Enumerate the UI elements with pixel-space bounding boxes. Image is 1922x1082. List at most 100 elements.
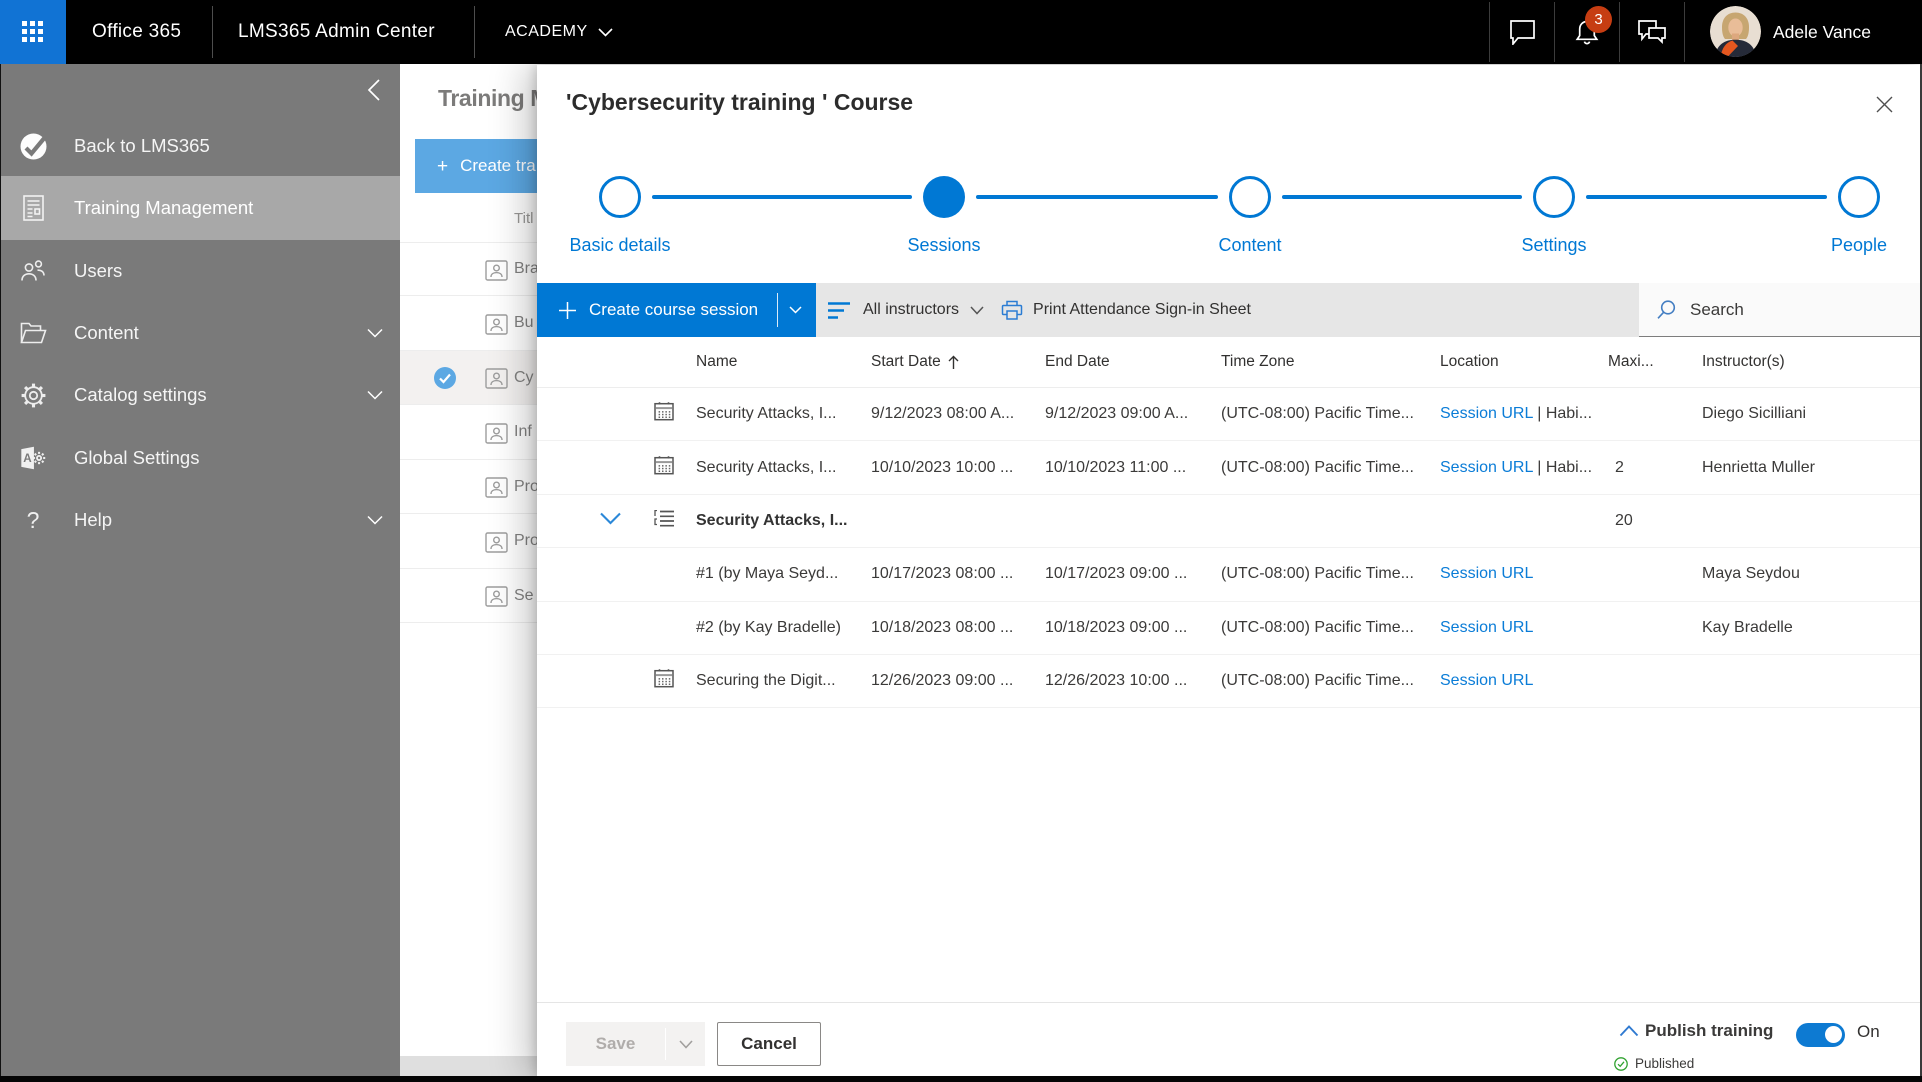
filter-lines-icon [828,301,850,319]
search-placeholder: Search [1690,299,1744,319]
session-location: Session URL [1440,672,1602,690]
session-instructor: Maya Seydou [1702,565,1800,583]
column-header-instructor-s-[interactable]: Instructor(s) [1702,353,1785,371]
table-body: Security Attacks, I... 9/12/2023 08:00 A.… [537,388,1920,709]
check-circle-icon [1614,1056,1628,1071]
feedback-icon [1638,19,1666,44]
close-button[interactable] [1868,88,1900,120]
calendar-icon [654,402,680,427]
chevron-up-icon[interactable] [1619,1025,1639,1037]
sidebar-item-content[interactable]: Content [1,302,400,364]
create-session-button[interactable]: Create course session [537,283,816,337]
print-label: Print Attendance Sign-in Sheet [1033,301,1251,318]
sidebar-item-label: Content [74,322,139,343]
cancel-button[interactable]: Cancel [717,1022,821,1066]
session-name: Securing the Digit... [696,672,836,690]
split-divider [777,293,778,327]
dialog-title: 'Cybersecurity training ' Course [566,89,914,115]
chat-button[interactable] [1490,0,1554,64]
sidebar-item-global-settings[interactable]: A Global Settings [1,427,400,489]
search-input[interactable]: Search [1639,283,1920,337]
chevron-down-icon[interactable] [789,306,802,314]
chevron-left-icon [367,79,380,101]
session-name: Security Attacks, I... [696,458,837,476]
sidebar-item-label: Users [74,260,123,281]
folder-icon [19,319,47,347]
sidebar-nav: Back to LMS365 Training Management Users… [0,64,400,1076]
app-launcher-button[interactable] [0,0,66,64]
session-name: #2 (by Kay Bradelle) [696,618,841,636]
session-location: Session URL | Habi... [1440,405,1593,423]
chat-icon [1509,20,1535,45]
chevron-down-icon [367,390,383,400]
step-circle-basic-details[interactable] [599,176,641,218]
column-header-location[interactable]: Location [1440,353,1499,371]
print-attendance-button[interactable]: Print Attendance Sign-in Sheet [1001,300,1251,321]
collapse-group-icon[interactable] [599,511,629,530]
notification-badge: 3 [1585,6,1612,33]
step-label[interactable]: People [1831,235,1887,256]
column-header-time-zone[interactable]: Time Zone [1221,353,1295,371]
session-end: 12/26/2023 10:00 ... [1045,672,1188,690]
column-header-end-date[interactable]: End Date [1045,353,1110,371]
sessions-toolbar: Create course session All instructors Pr… [537,283,1920,337]
sidebar-item-help[interactable]: ? Help [1,489,400,551]
session-location: Session URL [1440,619,1602,637]
app-title[interactable]: LMS365 Admin Center [238,0,435,64]
session-timezone: (UTC-08:00) Pacific Time... [1221,405,1414,423]
sidebar-item-catalog-settings[interactable]: Catalog settings [1,364,400,426]
notifications-button[interactable]: 3 [1555,0,1619,64]
session-start: 9/12/2023 08:00 A... [871,405,1015,423]
step-circle-content[interactable] [1229,176,1271,218]
sidebar-item-back-to-lms365[interactable]: Back to LMS365 [1,115,400,177]
sidebar-collapse-button[interactable] [360,76,388,104]
session-list-icon [654,509,680,532]
feedback-button[interactable] [1620,0,1684,64]
tenant-menu[interactable]: ACADEMY [505,0,613,64]
publish-toggle[interactable] [1796,1022,1845,1047]
session-url-link[interactable]: Session URL [1440,565,1533,582]
gear-icon [19,381,47,409]
brand-link[interactable]: Office 365 [92,0,181,64]
chevron-down-icon [367,328,383,338]
user-name[interactable]: Adele Vance [1773,0,1871,64]
session-end: 10/18/2023 09:00 ... [1045,618,1188,636]
step-label[interactable]: Settings [1521,235,1586,256]
step-label[interactable]: Content [1218,235,1281,256]
save-dropdown[interactable] [666,1022,705,1066]
course-dialog: 'Cybersecurity training ' Course Basic d… [537,65,1920,1076]
session-url-link[interactable]: Session URL [1440,459,1533,476]
avatar[interactable] [1710,6,1761,57]
step-circle-sessions[interactable] [923,176,965,218]
top-app-bar: Office 365 LMS365 Admin Center ACADEMY 3 [0,0,1922,64]
lms365-logo-icon [19,132,47,160]
step-label[interactable]: Basic details [569,235,670,256]
session-location: Session URL | Habi... [1440,458,1593,476]
step-label[interactable]: Sessions [907,235,980,256]
instructor-filter[interactable]: All instructors [828,301,984,319]
session-url-link[interactable]: Session URL [1440,672,1533,689]
topbar-divider [474,6,475,58]
session-row[interactable]: Security Attacks, I... 9/12/2023 08:00 A.… [537,388,1920,442]
sidebar-item-label: Training Management [74,197,254,218]
column-header-name[interactable]: Name [696,353,737,371]
session-timezone: (UTC-08:00) Pacific Time... [1221,565,1414,583]
session-url-link[interactable]: Session URL [1440,619,1533,636]
sidebar-item-users[interactable]: Users [1,240,400,302]
session-group-row[interactable]: Security Attacks, I... 20 [537,495,1920,549]
session-row[interactable]: #1 (by Maya Seyd... 10/17/2023 08:00 ... 1… [537,548,1920,602]
chevron-down-icon [367,515,383,525]
topbar-divider [212,6,213,58]
column-header-maxi-[interactable]: Maxi... [1608,353,1654,371]
toggle-state-label: On [1857,1022,1880,1041]
session-start: 10/18/2023 08:00 ... [871,618,1014,636]
save-button[interactable]: Save [566,1022,705,1066]
session-row[interactable]: Security Attacks, I... 10/10/2023 10:00 .… [537,441,1920,495]
step-circle-settings[interactable] [1533,176,1575,218]
session-row[interactable]: Securing the Digit... 12/26/2023 09:00 ..… [537,655,1920,709]
session-url-link[interactable]: Session URL [1440,405,1533,422]
column-header-start-date[interactable]: Start Date [871,353,960,371]
sidebar-item-training-management[interactable]: Training Management [1,176,400,240]
session-row[interactable]: #2 (by Kay Bradelle) 10/18/2023 08:00 ...… [537,602,1920,655]
step-circle-people[interactable] [1838,176,1880,218]
